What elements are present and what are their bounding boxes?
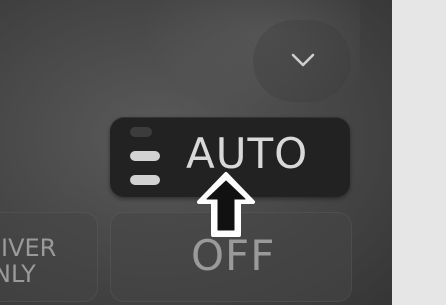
climate-control-panel: AUTO IVER NLY OFF: [0, 0, 392, 305]
driver-only-label: IVER NLY: [0, 234, 111, 288]
level-bar: [130, 127, 152, 137]
up-arrow-icon: [197, 172, 255, 237]
chevron-down-icon: [291, 53, 315, 67]
page: AUTO IVER NLY OFF: [0, 0, 446, 305]
level-bar: [130, 175, 160, 185]
fan-level-indicator: [130, 127, 160, 189]
driver-only-button[interactable]: IVER NLY: [0, 212, 98, 302]
driver-only-label-line1: IVER: [1, 234, 57, 262]
driver-only-label-line2: NLY: [0, 260, 36, 288]
level-bar: [130, 151, 160, 161]
expand-button[interactable]: [253, 20, 351, 102]
